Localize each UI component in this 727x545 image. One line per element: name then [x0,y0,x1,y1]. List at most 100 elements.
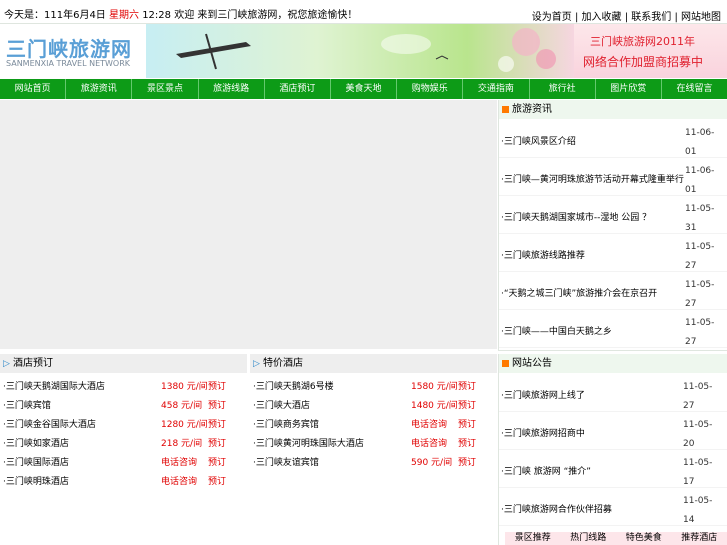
news-item-date: 11-06-01 [685,166,715,195]
notice-panel: 网站公告 ·三门峡旅游网上线了 11-05-27 ·三门峡旅游网招商中 11-05-… [498,354,727,545]
notice-item-title[interactable]: ·三门峡旅游网合作伙伴招募 [501,502,612,515]
nav-item-guestbook[interactable]: 在线留言 [662,79,727,99]
hotel-left-title: 酒店预订 [13,358,53,369]
notice-item-title[interactable]: ·三门峡旅游网招商中 [501,426,585,439]
nav-item-traffic[interactable]: 交通指南 [463,79,530,99]
list-item: ·三门峡旅游网合作伙伴招募 11-05-14 [499,488,727,526]
link-set-home[interactable]: 设为首页 [532,12,572,23]
notice-item-date: 11-05-14 [683,496,713,525]
hotel-name[interactable]: ·三门峡友谊宾馆 [253,454,319,473]
nav-item-hotels[interactable]: 酒店预订 [265,79,331,99]
book-button[interactable]: 预订 [208,416,226,435]
news-item-date: 11-05-27 [685,318,715,347]
book-button[interactable]: 预订 [208,378,226,397]
ad-line-1: 三门峡旅游网2011年 [590,35,695,48]
list-item: ·三门峡旅游网上线了 11-05-27 [499,374,727,412]
book-button[interactable]: 预订 [458,454,476,473]
notice-item-title[interactable]: ·三门峡旅游网上线了 [501,388,585,401]
list-item: ·三门峡旅游网招商中 11-05-20 [499,412,727,450]
notice-item-title[interactable]: ·三门峡 旅游网 “推介” [501,464,591,477]
notice-title: 网站公告 [512,358,552,369]
banner-ad[interactable]: 三门峡旅游网2011年 网络合作加盟商招募中 [574,24,727,78]
book-button[interactable]: 预订 [208,454,226,473]
nav-item-agency[interactable]: 旅行社 [530,79,596,99]
list-item: ·三门峡天鹅湖国家城市--湿地 公园 ？ 11-05-31 [499,196,727,234]
hotel-price: 电话咨询 [161,458,198,468]
link-sitemap[interactable]: 网站地图 [681,12,721,23]
hotel-name[interactable]: ·三门峡黄河明珠国际大酒店 [253,435,364,454]
nav-item-shopping[interactable]: 购物娱乐 [397,79,464,99]
table-row: ·三门峡天鹅湖国际大酒店 1380 元/间 预订 [0,378,247,397]
book-button[interactable]: 预订 [458,435,476,454]
hotel-section: ▷ 酒店预订 ·三门峡天鹅湖国际大酒店 1380 元/间 预订 ·三门峡宾馆 458 元… [0,354,497,545]
news-item-date: 11-05-27 [685,242,715,271]
nav-item-routes[interactable]: 旅游线路 [199,79,265,99]
news-item-title[interactable]: ·三门峡——中国白天鹅之乡 [501,324,612,337]
tab-hotels[interactable]: 推荐酒店 [672,532,727,545]
bottom-tabs: 景区推荐 热门线路 特色美食 推荐酒店 [505,532,727,545]
table-row: ·三门峡商务宾馆 电话咨询 预订 [250,416,497,435]
news-item-title[interactable]: ·三门峡旅游线路推荐 [501,248,585,261]
nav-item-food[interactable]: 美食天地 [331,79,398,99]
tab-food[interactable]: 特色美食 [616,532,672,545]
news-item-title[interactable]: ·三门峡天鹅湖国家城市--湿地 公园 ？ [501,210,651,223]
hotel-name[interactable]: ·三门峡国际酒店 [3,454,69,473]
hotel-name[interactable]: ·三门峡金谷国际大酒店 [3,416,96,435]
date-text: 111年6月4日 [44,10,106,21]
hotel-name[interactable]: ·三门峡商务宾馆 [253,416,319,435]
news-item-date: 11-06-01 [685,128,715,157]
list-item: ·三门峡 旅游网 “推介” 11-05-17 [499,450,727,488]
hotel-name[interactable]: ·三门峡如家酒店 [3,435,69,454]
book-button[interactable]: 预订 [208,473,226,492]
book-button[interactable]: 预订 [208,435,226,454]
book-button[interactable]: 预订 [458,378,476,397]
book-button[interactable]: 预订 [458,416,476,435]
hotel-price: 电话咨询 [411,420,448,430]
hotel-name[interactable]: ·三门峡大酒店 [253,397,310,416]
hotel-right-title: 特价酒店 [263,358,303,369]
news-title: 旅游资讯 [512,104,552,115]
arrow-icon: ▷ [3,359,10,369]
book-button[interactable]: 预订 [208,397,226,416]
feature-area [0,100,497,349]
tab-routes[interactable]: 热门线路 [561,532,617,545]
news-item-title[interactable]: ·三门峡—黄河明珠旅游节活动开幕式隆重举行 [501,172,684,185]
nav-item-home[interactable]: 网站首页 [0,79,67,99]
hotel-price: 1380 元/间 [161,382,208,392]
hotel-name[interactable]: ·三门峡宾馆 [3,397,51,416]
news-panel: 旅游资讯 ·三门峡风景区介绍 11-06-01 ·三门峡—黄河明珠旅游节活动开幕式… [498,100,727,351]
bullet-icon [502,359,509,367]
table-row: ·三门峡天鹅湖6号楼 1580 元/间 预订 [250,378,497,397]
news-item-title[interactable]: ·“天鹅之城三门峡”旅游推介会在京召开 [501,286,657,299]
link-favorite[interactable]: 加入收藏 [582,12,622,23]
banner-scene [146,24,574,78]
arrow-icon: ▷ [253,359,260,369]
nav-item-scenic[interactable]: 景区景点 [132,79,199,99]
list-item: ·三门峡——中国白天鹅之乡 11-05-27 [499,310,727,348]
top-links: 设为首页 | 加入收藏 | 联系我们 | 网站地图 [531,12,721,23]
main-nav: 网站首页 旅游资讯 景区景点 旅游线路 酒店预订 美食天地 购物娱乐 交通指南 … [0,79,727,99]
welcome-text: 欢迎 来到三门峡旅游网，祝您旅途愉快！ [174,10,358,21]
notice-item-date: 11-05-20 [683,420,713,449]
nav-item-gallery[interactable]: 图片欣赏 [596,79,662,99]
hotel-price: 218 元/间 [161,439,203,449]
hotel-name[interactable]: ·三门峡明珠酒店 [3,473,69,492]
list-item: ·三门峡—黄河明珠旅游节活动开幕式隆重举行 11-06-01 [499,158,727,196]
nav-item-news[interactable]: 旅游资讯 [66,79,133,99]
tab-scenic[interactable]: 景区推荐 [505,532,561,545]
book-button[interactable]: 预订 [458,397,476,416]
table-row: ·三门峡友谊宾馆 590 元/间 预订 [250,454,497,473]
site-logo[interactable]: 三门峡旅游网 SANMENXIA TRAVEL NETWORK [0,24,146,78]
hotel-name[interactable]: ·三门峡天鹅湖国际大酒店 [3,378,105,397]
table-row: ·三门峡金谷国际大酒店 1280 元/间 预订 [0,416,247,435]
news-header: 旅游资讯 [499,100,727,120]
time-text: 12:28 [142,10,172,21]
table-row: ·三门峡大酒店 1480 元/间 预订 [250,397,497,416]
hotel-price: 1480 元/间 [411,401,458,411]
hotel-name[interactable]: ·三门峡天鹅湖6号楼 [253,378,334,397]
bullet-icon [502,105,509,113]
news-item-title[interactable]: ·三门峡风景区介绍 [501,134,576,147]
list-item: ·三门峡风景区介绍 11-06-01 [499,120,727,158]
hotel-price: 590 元/间 [411,458,453,468]
link-contact[interactable]: 联系我们 [631,12,671,23]
